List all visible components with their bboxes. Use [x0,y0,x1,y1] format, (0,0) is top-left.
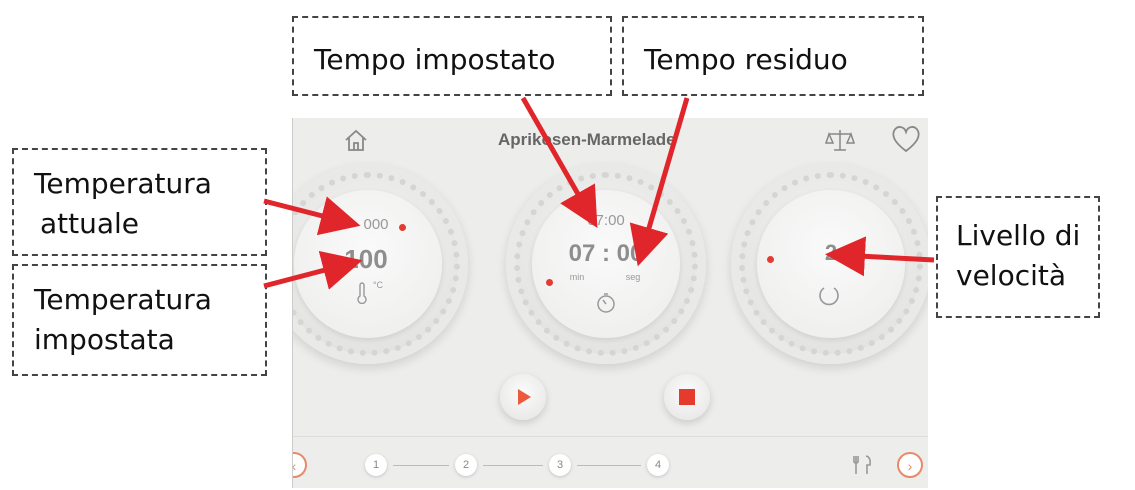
speed-indicator-dot [767,256,774,263]
annotation-set-temperature: Temperatura impostata [12,264,267,376]
step-connector [577,465,641,466]
stop-button[interactable] [664,374,710,420]
annotation-current-temperature-line2: attuale [40,207,140,240]
speed-level: 2 [824,240,838,265]
step-4[interactable]: 4 [647,454,669,476]
temperature-dial[interactable]: 000 100 °C [293,164,468,364]
top-bar: Aprikosen-Marmelade [293,118,928,162]
current-temperature: 000 [363,216,389,233]
annotation-set-temperature-line2: impostata [34,323,175,356]
set-temperature: 100 [344,244,388,274]
annotation-speed-level-line1: Livello di [956,219,1081,252]
step-1[interactable]: 1 [365,454,387,476]
heart-icon[interactable] [890,124,922,154]
step-3[interactable]: 3 [549,454,571,476]
previous-step-button[interactable]: ‹ [293,452,307,478]
step-connector [393,465,449,466]
step-2[interactable]: 2 [455,454,477,476]
annotation-set-temperature-line1: Temperatura [34,283,212,316]
home-icon[interactable] [343,128,369,152]
step-connector [483,465,543,466]
timer-indicator-dot [546,279,553,286]
annotation-remaining-time-label: Tempo residuo [644,43,848,76]
annotation-current-temperature: Temperatura attuale [12,148,267,256]
speed-dial[interactable]: 2 [731,164,928,364]
annotation-remaining-time: Tempo residuo [622,16,924,96]
recipe-title: Aprikosen-Marmelade [498,130,676,149]
play-icon [518,389,531,405]
annotation-speed-level-line2: velocità [956,259,1067,292]
timer-icon [597,293,615,313]
seconds-label: seg [625,272,641,282]
annotation-current-temperature-line1: Temperatura [34,167,212,200]
stop-icon [679,389,695,405]
annotation-set-time-label: Tempo impostato [314,43,556,76]
minutes-label: min [569,272,585,282]
scale-icon[interactable] [825,126,855,154]
timer-dial[interactable]: 07:00 07 : 00 min seg [506,164,706,364]
set-time: 07:00 [587,212,625,229]
next-step-button[interactable]: › [897,452,923,478]
temperature-unit: °C [372,280,384,290]
utensils-icon[interactable] [851,453,875,477]
rotation-icon [819,287,839,306]
temperature-indicator-dot [399,224,406,231]
annotation-speed-level: Livello di velocità [936,196,1100,318]
device-screen: Aprikosen-Marmelade 000 100 °C 07:00 07 … [292,118,928,488]
play-button[interactable] [500,374,546,420]
remaining-time: 07 : 00 [568,240,644,267]
annotation-set-time: Tempo impostato [292,16,612,96]
step-navigation: ‹ 1 2 3 4 › [293,436,928,488]
